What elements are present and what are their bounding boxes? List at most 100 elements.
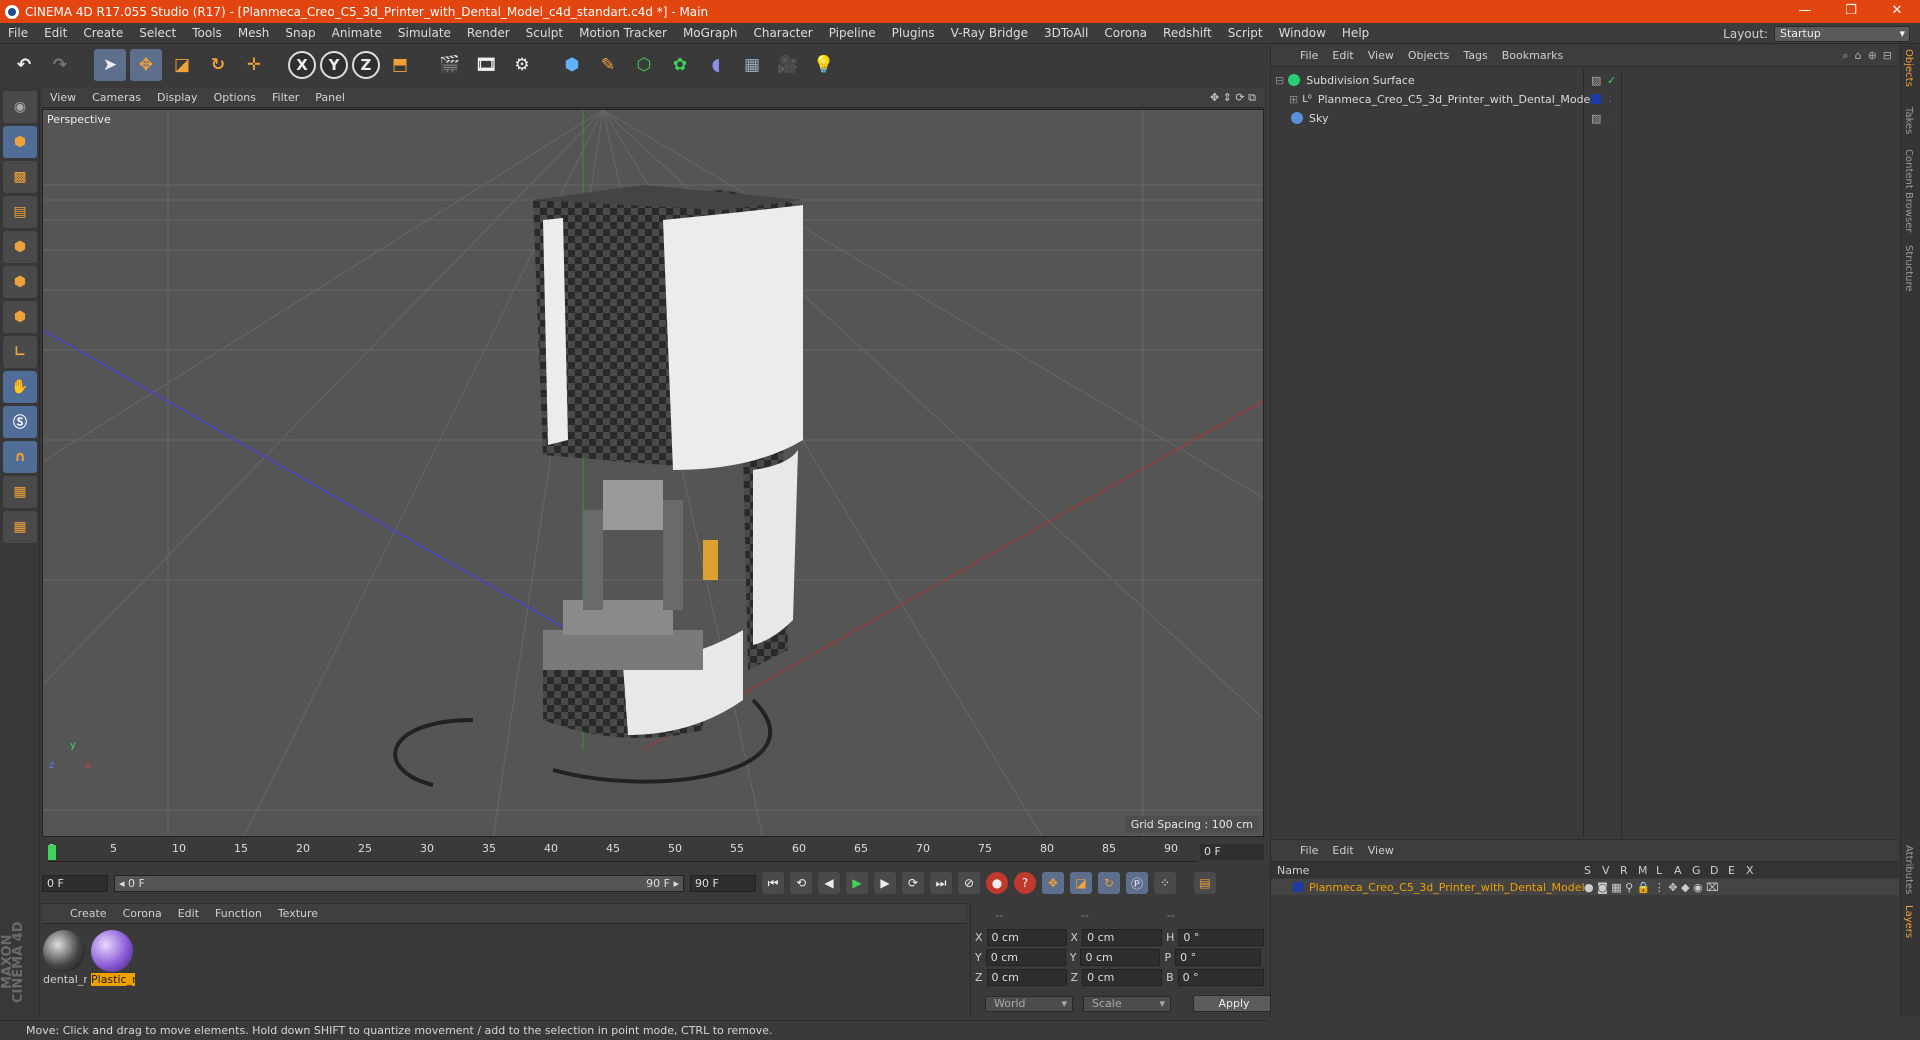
menu-script[interactable]: Script (1220, 26, 1271, 40)
menu-render[interactable]: Render (459, 26, 518, 40)
layer-color-swatch[interactable] (1591, 94, 1601, 104)
menu-simulate[interactable]: Simulate (390, 26, 459, 40)
coordinate-system-icon[interactable]: ⬒ (384, 49, 416, 81)
material-swatch-dental[interactable]: dental_r (43, 930, 87, 986)
texture-mode-icon[interactable]: ▩ (3, 161, 37, 193)
light-icon[interactable]: 💡 (808, 49, 840, 81)
key-scale-icon[interactable]: ◪ (1070, 872, 1092, 894)
cube-primitive-icon[interactable]: ⬢ (556, 49, 588, 81)
key-rotation-icon[interactable]: ↻ (1098, 872, 1120, 894)
tab-objects[interactable]: Objects (1903, 49, 1914, 87)
layer-toggle-icons[interactable]: ● ◙ ▦ ⚲ 🔒 ⋮ ✥ ◆ ◉ ⌧ (1584, 881, 1719, 894)
collapse-icon[interactable]: ⊟ (1883, 49, 1892, 63)
scale-tool-icon[interactable]: ◪ (166, 49, 198, 81)
object-row-sky[interactable]: Sky ▨ ⁚ (1275, 109, 1895, 127)
material-menu-create[interactable]: Create (62, 907, 115, 920)
snap-magnet-icon[interactable]: ∩ (3, 441, 37, 473)
timeline-window-icon[interactable]: ▤ (1194, 872, 1216, 894)
render-settings-icon[interactable]: ⚙ (506, 49, 538, 81)
close-button[interactable]: ✕ (1874, 0, 1920, 23)
tab-attributes[interactable]: Attributes (1903, 845, 1914, 894)
menu-select[interactable]: Select (131, 26, 184, 40)
menu-animate[interactable]: Animate (324, 26, 390, 40)
previous-frame-icon[interactable]: ◀ (818, 872, 840, 894)
tab-content-browser[interactable]: Content Browser (1903, 149, 1914, 232)
size-x-field[interactable]: 0 cm (1082, 929, 1163, 946)
material-menu-texture[interactable]: Texture (270, 907, 326, 920)
menu-edit[interactable]: Edit (36, 26, 75, 40)
auto-keying-icon[interactable]: ? (1014, 872, 1036, 894)
previous-key-icon[interactable]: ⟲ (790, 872, 812, 894)
rotate-tool-icon[interactable]: ↻ (202, 49, 234, 81)
om-menu-file[interactable]: File (1293, 49, 1325, 62)
coordinate-space-dropdown[interactable]: World (985, 995, 1073, 1012)
viewport-menu-cameras[interactable]: Cameras (84, 91, 149, 104)
om-menu-view[interactable]: View (1361, 49, 1401, 62)
viewport-menu-panel[interactable]: Panel (307, 91, 353, 104)
go-to-start-icon[interactable]: ⏮ (762, 872, 784, 894)
next-key-icon[interactable]: ⟳ (902, 872, 924, 894)
apply-button[interactable]: Apply (1193, 995, 1275, 1012)
layer-row[interactable]: Planmeca_Creo_C5_3d_Printer_with_Dental_… (1271, 879, 1899, 895)
current-frame-readout[interactable]: 0 F (1200, 844, 1264, 860)
transform-tool-icon[interactable]: ✛ (238, 49, 270, 81)
material-menu-function[interactable]: Function (207, 907, 270, 920)
object-row-printer-model[interactable]: ⊞ L⁰ Planmeca_Creo_C5_3d_Printer_with_De… (1275, 90, 1895, 108)
om-menu-bookmarks[interactable]: Bookmarks (1495, 49, 1570, 62)
spline-pen-icon[interactable]: ✎ (592, 49, 624, 81)
expand-toggle-icon[interactable]: ⊟ (1275, 74, 1284, 87)
om-menu-tags[interactable]: Tags (1456, 49, 1494, 62)
go-to-end-icon[interactable]: ⏭ (930, 872, 952, 894)
menu-character[interactable]: Character (745, 26, 820, 40)
render-view-icon[interactable]: 🎬 (434, 49, 466, 81)
lm-menu-file[interactable]: File (1293, 844, 1325, 857)
viewport-menu-filter[interactable]: Filter (264, 91, 307, 104)
play-icon[interactable]: ▶ (846, 872, 868, 894)
material-swatch-plastic[interactable]: Plastic_r (91, 930, 135, 986)
menu-create[interactable]: Create (75, 26, 131, 40)
menu-plugins[interactable]: Plugins (884, 26, 943, 40)
z-axis-lock-button[interactable]: Z (352, 51, 380, 79)
key-parameter-icon[interactable]: Ⓟ (1126, 872, 1148, 894)
floor-scene-icon[interactable]: ▦ (736, 49, 768, 81)
current-frame-field[interactable]: 0 F (42, 874, 108, 892)
viewport-navigation-icons[interactable]: ✥ ⇕ ⟳ ⧉ (1210, 91, 1256, 105)
search-icon[interactable]: ⌕ (1842, 49, 1848, 63)
position-y-field[interactable]: 0 cm (985, 949, 1066, 966)
menu-3dtoall[interactable]: 3DToAll (1036, 26, 1096, 40)
rotation-b-field[interactable]: 0 ° (1177, 969, 1264, 986)
make-editable-icon[interactable]: ◉ (3, 91, 37, 123)
cloner-icon[interactable]: ✿ (664, 49, 696, 81)
lock-workplane-icon[interactable]: ▦ (3, 476, 37, 508)
tab-layers[interactable]: Layers (1903, 905, 1914, 938)
layer-color-swatch[interactable] (1293, 882, 1303, 892)
visibility-dots-icon[interactable]: ⁚ (1609, 114, 1612, 123)
menu-corona[interactable]: Corona (1096, 26, 1155, 40)
viewport-menu-display[interactable]: Display (149, 91, 206, 104)
viewport-menu-options[interactable]: Options (206, 91, 264, 104)
menu-pipeline[interactable]: Pipeline (821, 26, 884, 40)
key-position-icon[interactable]: ✥ (1042, 872, 1064, 894)
menu-redshift[interactable]: Redshift (1155, 26, 1220, 40)
visibility-dots-icon[interactable]: ⁚ (1609, 95, 1612, 104)
editor-visibility-icon[interactable]: ▨ (1591, 112, 1601, 125)
workplane-mode-icon[interactable]: ▤ (3, 196, 37, 228)
tab-takes[interactable]: Takes (1903, 107, 1914, 134)
object-row-subdivision-surface[interactable]: ⊟ Subdivision Surface ▨ ✓ (1275, 71, 1895, 89)
camera-icon[interactable]: 🎥 (772, 49, 804, 81)
move-tool-icon[interactable]: ✥ (130, 49, 162, 81)
perspective-viewport[interactable]: Perspective Grid Spacing : 100 cm y x z (42, 109, 1264, 837)
menu-mograph[interactable]: MoGraph (675, 26, 746, 40)
x-axis-lock-button[interactable]: X (288, 51, 316, 79)
key-pla-icon[interactable]: ⁘ (1154, 872, 1176, 894)
lm-menu-edit[interactable]: Edit (1325, 844, 1360, 857)
minimize-button[interactable]: — (1782, 0, 1828, 23)
timeline-ruler[interactable]: 0 5 10 15 20 25 30 35 40 45 50 55 60 65 … (48, 842, 1198, 862)
menu-tools[interactable]: Tools (184, 26, 230, 40)
undo-icon[interactable]: ↶ (8, 49, 40, 81)
maximize-button[interactable]: ❐ (1828, 0, 1874, 23)
next-frame-icon[interactable]: ▶ (874, 872, 896, 894)
polygons-mode-icon[interactable]: ⬢ (3, 301, 37, 333)
menu-vray-bridge[interactable]: V-Ray Bridge (943, 26, 1036, 40)
deformer-icon[interactable]: ◖ (700, 49, 732, 81)
